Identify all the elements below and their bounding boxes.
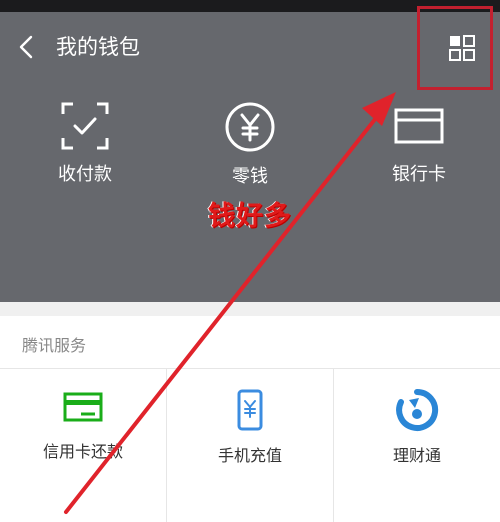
quick-action-label: 银行卡 <box>392 164 446 185</box>
page-title: 我的钱包 <box>56 35 140 59</box>
bank-card-icon <box>394 108 444 144</box>
yuan-coin-icon <box>225 102 275 152</box>
service-phone-recharge[interactable]: 手机充值 <box>167 388 333 466</box>
quick-action-label: 零钱 <box>232 166 268 187</box>
annotation-highlight-box <box>417 6 493 90</box>
scan-pay-icon <box>61 102 109 150</box>
service-label: 信用卡还款 <box>42 442 123 461</box>
credit-card-icon <box>63 392 103 422</box>
service-label: 理财通 <box>392 446 441 465</box>
phone-recharge-icon <box>237 389 263 431</box>
quick-action-label: 收付款 <box>58 164 112 185</box>
service-credit-card-repay[interactable]: 信用卡还款 <box>0 388 166 462</box>
tencent-services-section: 腾讯服务 信用卡还款 手机充值 理财通 <box>0 316 500 522</box>
back-arrow-icon[interactable] <box>14 34 40 60</box>
quick-action-pay-receive[interactable]: 收付款 <box>15 100 155 186</box>
section-title: 腾讯服务 <box>22 336 87 355</box>
quick-action-change[interactable]: 零钱 <box>180 100 320 188</box>
divider <box>0 368 500 369</box>
quick-action-bank-card[interactable]: 银行卡 <box>349 100 489 186</box>
licaitong-icon <box>396 388 439 431</box>
service-licaitong[interactable]: 理财通 <box>334 388 500 466</box>
annotation-text: 钱好多 <box>208 201 292 232</box>
service-label: 手机充值 <box>217 446 282 465</box>
